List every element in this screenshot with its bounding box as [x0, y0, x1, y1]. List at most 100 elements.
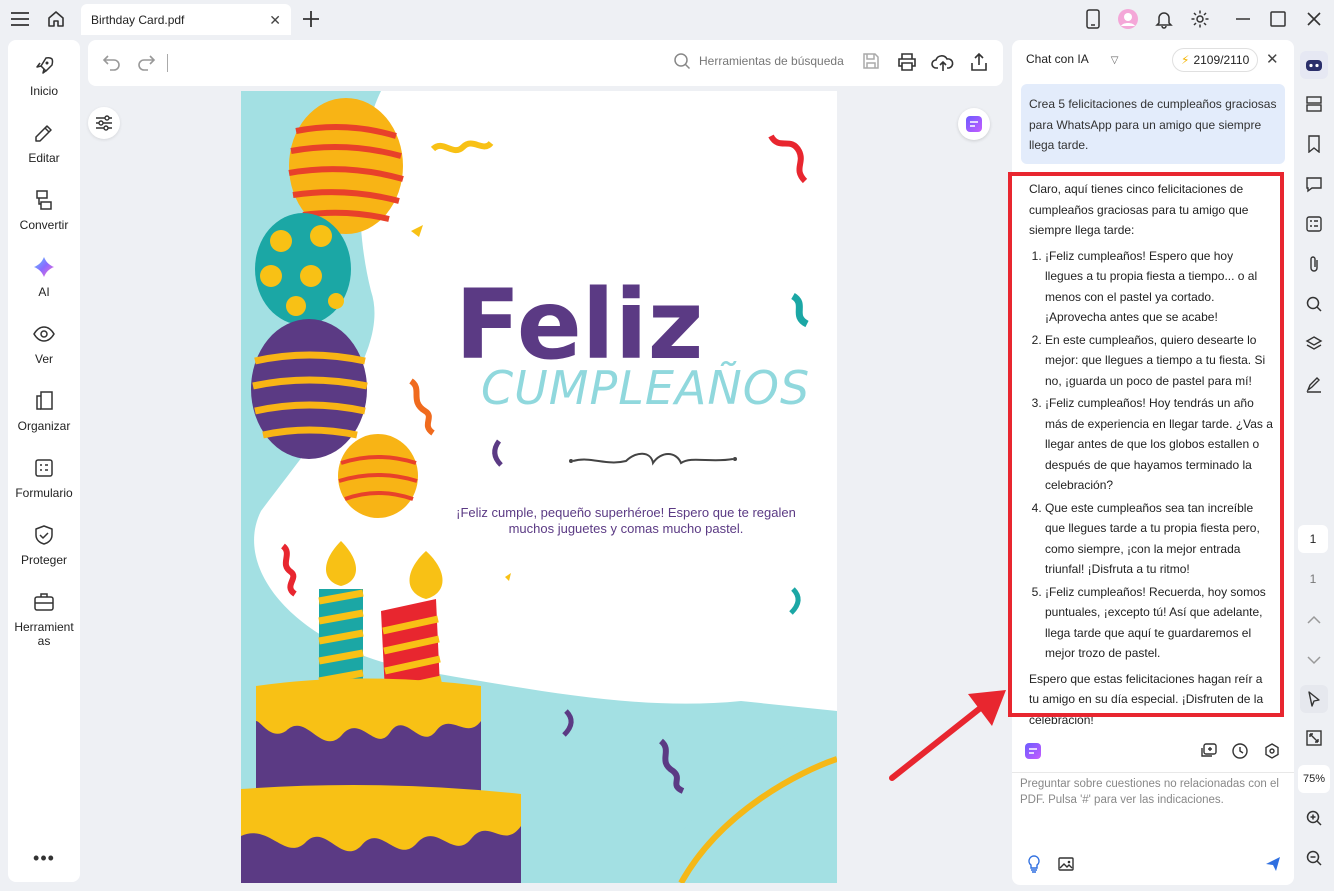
right-sidebar: 1 1 75%	[1298, 40, 1330, 885]
toolbox-icon	[34, 593, 54, 611]
nav-label: Formulario	[15, 486, 73, 500]
user-message: Crea 5 felicitaciones de cumpleaños grac…	[1021, 84, 1285, 164]
signature-icon[interactable]	[1302, 372, 1326, 396]
device-icon[interactable]	[1082, 8, 1104, 30]
chevron-down-icon[interactable]	[1302, 648, 1326, 672]
nav-label: Ver	[34, 352, 53, 366]
nav-label: Editar	[28, 151, 60, 165]
close-tab-icon[interactable]: ✕	[269, 12, 281, 29]
annotation-arrow	[889, 690, 1006, 781]
nav-label: Organizar	[17, 419, 71, 433]
annotation-highlight-box	[1008, 172, 1284, 717]
bell-icon[interactable]	[1153, 8, 1175, 30]
chat-input-placeholder: Preguntar sobre cuestiones no relacionad…	[1020, 778, 1279, 806]
nav-item-inicio[interactable]: Inicio	[8, 54, 80, 98]
undo-icon[interactable]	[101, 51, 125, 75]
nav-label: Herramientas	[14, 620, 74, 648]
nav-item-ai[interactable]: AI	[8, 255, 80, 299]
gear-icon[interactable]	[1189, 8, 1211, 30]
shield-icon	[35, 525, 53, 545]
share-icon[interactable]	[968, 51, 992, 75]
model-settings-icon[interactable]	[1263, 742, 1281, 765]
ai-logo-icon	[1024, 742, 1042, 765]
title-bar: Birthday Card.pdf ✕	[0, 0, 1334, 38]
avatar[interactable]	[1117, 8, 1139, 30]
current-page-number[interactable]: 1	[1298, 525, 1328, 553]
nav-item-convertir[interactable]: Convertir	[8, 188, 80, 232]
bookmark-icon[interactable]	[1302, 132, 1326, 156]
chat-title: Chat con IA	[1026, 52, 1089, 66]
chat-input-area[interactable]: Preguntar sobre cuestiones no relacionad…	[1012, 772, 1294, 884]
left-navigation: Inicio Editar Convertir AI Ver Organizar…	[8, 40, 80, 882]
lightbulb-icon[interactable]	[1026, 855, 1042, 878]
menu-icon[interactable]	[9, 8, 31, 30]
card-subtitle: CUMPLEAÑOS	[481, 361, 811, 415]
comment-icon[interactable]	[1302, 172, 1326, 196]
tab-title: Birthday Card.pdf	[91, 12, 185, 27]
search-icon	[674, 53, 691, 70]
new-tab-icon[interactable]	[300, 8, 322, 30]
chat-actions	[1012, 738, 1294, 764]
bolt-icon: ⚡	[1181, 53, 1190, 67]
zoom-level[interactable]: 75%	[1298, 765, 1330, 793]
chat-header: Chat con IA ▽ ⚡ 2109/2110 ✕	[1012, 40, 1294, 80]
search-placeholder: Herramientas de búsqueda	[699, 54, 844, 68]
home-icon[interactable]	[45, 8, 67, 30]
thumbnails-icon[interactable]	[1302, 92, 1326, 116]
maximize-icon[interactable]	[1267, 8, 1289, 30]
card-message: ¡Feliz cumple, pequeño superhéroe! Esper…	[456, 505, 796, 536]
nav-label: AI	[38, 285, 50, 299]
ai-icon	[34, 257, 54, 277]
print-icon[interactable]	[896, 51, 920, 75]
image-upload-icon[interactable]	[1057, 855, 1075, 878]
edit-icon	[35, 125, 52, 142]
document-toolbar: Herramientas de búsqueda	[88, 40, 1003, 86]
nav-label: Proteger	[20, 553, 68, 567]
chat-mode-dropdown[interactable]: Chat con IA ▽	[1026, 52, 1118, 66]
form-icon	[35, 459, 53, 477]
document-tab[interactable]: Birthday Card.pdf ✕	[81, 4, 291, 35]
redo-icon[interactable]	[135, 51, 159, 75]
attachment-icon[interactable]	[1302, 252, 1326, 276]
layers-icon[interactable]	[1302, 332, 1326, 356]
chevron-up-icon[interactable]	[1302, 608, 1326, 632]
form-fields-icon[interactable]	[1302, 212, 1326, 236]
view-settings-button[interactable]	[88, 107, 120, 139]
nav-item-herramientas[interactable]: Herramientas	[8, 590, 80, 648]
eye-icon	[33, 326, 55, 342]
birthday-card-artwork	[241, 91, 837, 883]
credits-count: 2109/2110	[1193, 53, 1250, 67]
organize-icon	[36, 391, 53, 410]
save-icon[interactable]	[861, 51, 885, 75]
search-tools[interactable]: Herramientas de búsqueda	[673, 52, 844, 70]
zoom-in-icon[interactable]	[1302, 806, 1326, 830]
history-icon[interactable]	[1231, 742, 1249, 765]
nav-item-proteger[interactable]: Proteger	[8, 523, 80, 567]
fit-page-icon[interactable]	[1302, 726, 1326, 750]
close-window-icon[interactable]	[1303, 8, 1325, 30]
zoom-out-icon[interactable]	[1302, 846, 1326, 870]
ai-assistant-button[interactable]	[958, 108, 990, 140]
new-chat-icon[interactable]	[1200, 742, 1218, 765]
pdf-page: Feliz CUMPLEAÑOS ¡Feliz cumple, pequeño …	[241, 91, 837, 883]
more-options-icon[interactable]: •••	[8, 848, 80, 869]
nav-item-formulario[interactable]: Formulario	[8, 456, 80, 500]
select-cursor-icon[interactable]	[1300, 685, 1328, 713]
nav-label: Convertir	[19, 218, 69, 232]
nav-item-ver[interactable]: Ver	[8, 322, 80, 366]
total-pages: 1	[1309, 572, 1317, 586]
sliders-icon	[96, 115, 112, 131]
nav-item-editar[interactable]: Editar	[8, 121, 80, 165]
send-icon[interactable]	[1264, 855, 1282, 878]
nav-item-organizar[interactable]: Organizar	[8, 389, 80, 433]
minimize-icon[interactable]	[1232, 8, 1254, 30]
cloud-upload-icon[interactable]	[931, 51, 955, 75]
ai-robot-icon[interactable]	[1300, 51, 1328, 79]
nav-label: Inicio	[29, 84, 58, 98]
search-icon[interactable]	[1302, 292, 1326, 316]
credits-badge[interactable]: ⚡ 2109/2110	[1172, 48, 1259, 72]
close-chat-icon[interactable]: ✕	[1266, 50, 1279, 68]
convert-icon	[36, 190, 52, 210]
toolbar-divider	[167, 54, 168, 72]
rocket-icon	[36, 56, 54, 74]
